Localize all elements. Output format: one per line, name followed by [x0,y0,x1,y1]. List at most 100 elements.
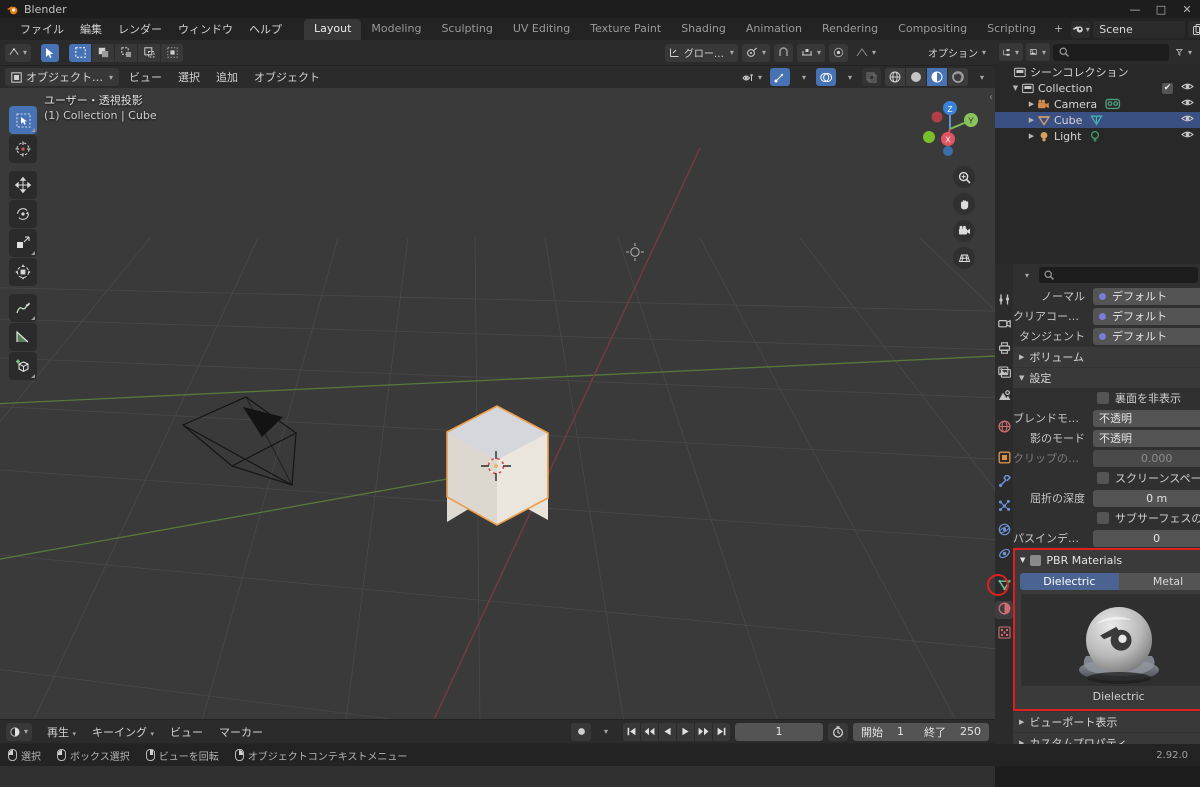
workspace-tab-scripting[interactable]: Scripting [977,19,1046,40]
properties-tab-constraint[interactable] [995,546,1013,564]
viewport-menu-1[interactable]: 選択 [170,67,208,87]
properties-tab-world[interactable] [995,419,1013,437]
viewport-menu-0[interactable]: ビュー [121,67,170,87]
panel-checkbox[interactable] [1030,554,1042,566]
disclosure-triangle-icon[interactable]: ▶ [1027,116,1036,124]
pbr-material-preview[interactable] [1021,594,1200,686]
hand-icon[interactable] [953,193,975,215]
select-subtract-button[interactable] [115,43,137,62]
new-scene-button[interactable] [1188,20,1200,38]
properties-tab-tool[interactable] [995,292,1013,310]
object-data-icon[interactable] [1090,114,1104,127]
visibility-eye-icon[interactable] [1181,82,1194,94]
socket-value-field[interactable]: デフォルト [1093,287,1200,305]
shading-options-button[interactable]: ▾ [972,68,990,86]
setting-value-field[interactable]: 0 [1093,529,1200,547]
setting-value-field[interactable]: 0.000 [1093,449,1200,467]
properties-tab-material[interactable] [995,601,1013,619]
select-intersect-button[interactable] [161,43,183,62]
show-overlays-button[interactable] [816,68,836,86]
select-difference-button[interactable] [138,43,160,62]
3d-viewport[interactable]: ユーザー・透視投影 (1) Collection | Cube Z Y X ‹ [0,88,995,719]
prev-keyframe-button[interactable] [641,722,658,741]
workspace-tab-texture-paint[interactable]: Texture Paint [580,19,671,40]
setting-value-field[interactable]: 不透明▾ [1093,409,1200,427]
object-data-icon[interactable] [1089,130,1101,143]
timeline-menu-1[interactable]: キーイング ▾ [84,722,162,742]
properties-tab-texture[interactable] [995,625,1013,643]
workspace-tab-modeling[interactable]: Modeling [361,19,431,40]
menu-4[interactable]: ヘルプ [241,19,290,39]
measure-tool[interactable] [9,323,37,351]
socket-value-field[interactable]: デフォルト [1093,327,1200,345]
menu-2[interactable]: レンダー [110,19,170,39]
properties-section-open[interactable]: ▼設定☰ [1013,367,1200,388]
setting-checkbox-row[interactable]: サブサーフェスの透… [1013,508,1200,528]
timeline-menu-0[interactable]: 再生 ▾ [39,722,84,742]
timeline-menu-2[interactable]: ビュー [162,722,211,742]
overlay-options-button[interactable]: ▾ [840,68,858,86]
outliner-display-mode-button[interactable]: ▾ [1026,43,1050,61]
setting-value-field[interactable]: 不透明▾ [1093,429,1200,447]
scene-browse-icon[interactable]: ▾ [1071,20,1091,38]
checkbox[interactable] [1097,392,1109,404]
disclosure-triangle-icon[interactable]: ▶ [1027,132,1036,140]
outliner-row-cube[interactable]: ▶ Cube [995,112,1200,128]
scale-tool[interactable] [9,229,37,257]
properties-tab-render[interactable] [995,316,1013,334]
transform-tool[interactable] [9,258,37,286]
outliner-search-input[interactable] [1053,43,1169,61]
snap-magnet-button[interactable] [773,43,793,62]
tweak-select-tool[interactable] [9,106,37,134]
pbr-toggle-dielectric[interactable]: Dielectric [1020,573,1119,590]
snap-pivot-button[interactable]: ▾ [741,43,770,62]
timeline-body[interactable]: › ‹ [0,751,995,787]
object-data-icon[interactable] [1105,98,1121,110]
play-button[interactable] [677,722,694,741]
rotate-tool[interactable] [9,200,37,228]
show-gizmo-button[interactable] [770,68,790,86]
add-cube-tool[interactable] [9,352,37,380]
falloff-curve-button[interactable]: ▾ [852,44,880,62]
collection-checkbox[interactable]: ✔ [1162,82,1173,94]
gizmo-options-button[interactable]: ▾ [794,68,812,86]
properties-editor-type-button[interactable]: ▾ [1017,266,1035,284]
disclosure-triangle-icon[interactable]: ▼ [1011,84,1020,92]
scene-name-field[interactable]: Scene [1093,20,1186,38]
shading-rendered-button[interactable] [948,68,968,86]
menu-0[interactable]: ファイル [12,19,72,39]
interaction-mode-button[interactable]: オブジェクト… ▾ [5,68,120,86]
visibility-eye-icon[interactable] [1181,98,1194,110]
properties-section-closed[interactable]: ▶ボリューム☰ [1013,346,1200,367]
use-preview-range-button[interactable] [828,722,848,741]
frame-range-fields[interactable]: 開始 1 終了 250 [853,722,989,741]
add-workspace-button[interactable]: + [1046,19,1071,39]
properties-section-ビューポート表示[interactable]: ▶ビューポート表示☰ [1013,711,1200,732]
zoom-icon[interactable] [953,166,975,188]
outliner-filter-button[interactable]: ▾ [1172,43,1196,61]
navigation-gizmo[interactable]: Z Y X [917,96,983,162]
camera-icon[interactable] [953,220,975,242]
select-box-button[interactable] [69,43,91,62]
viewport-menu-2[interactable]: 追加 [208,67,246,87]
select-extend-button[interactable] [92,43,114,62]
minimize-button[interactable]: — [1122,0,1148,18]
properties-tab-particles[interactable] [995,498,1013,516]
next-keyframe-button[interactable] [695,722,712,741]
workspace-tab-animation[interactable]: Animation [736,19,812,40]
pbr-panel-header[interactable]: ▼ PBR Materials ☰ [1015,550,1200,570]
viewport-options-button[interactable]: オプション ▾ [924,44,990,62]
cursor-tool[interactable] [9,135,37,163]
timeline-menu-3[interactable]: マーカー [211,722,271,742]
socket-value-field[interactable]: デフォルト [1093,307,1200,325]
setting-checkbox-row[interactable]: 裏面を非表示 [1013,388,1200,408]
properties-tab-scene[interactable] [995,388,1013,406]
checkbox[interactable] [1097,472,1109,484]
checkbox[interactable] [1097,512,1109,524]
pbr-toggle-metal[interactable]: Metal [1118,573,1200,590]
transform-orientation-button[interactable]: グロー… ▾ [664,43,738,62]
jump-start-button[interactable] [623,722,640,741]
shading-wireframe-button[interactable] [885,68,905,86]
outliner-row-camera[interactable]: ▶ Camera [995,96,1200,112]
properties-search-input[interactable] [1039,267,1199,283]
